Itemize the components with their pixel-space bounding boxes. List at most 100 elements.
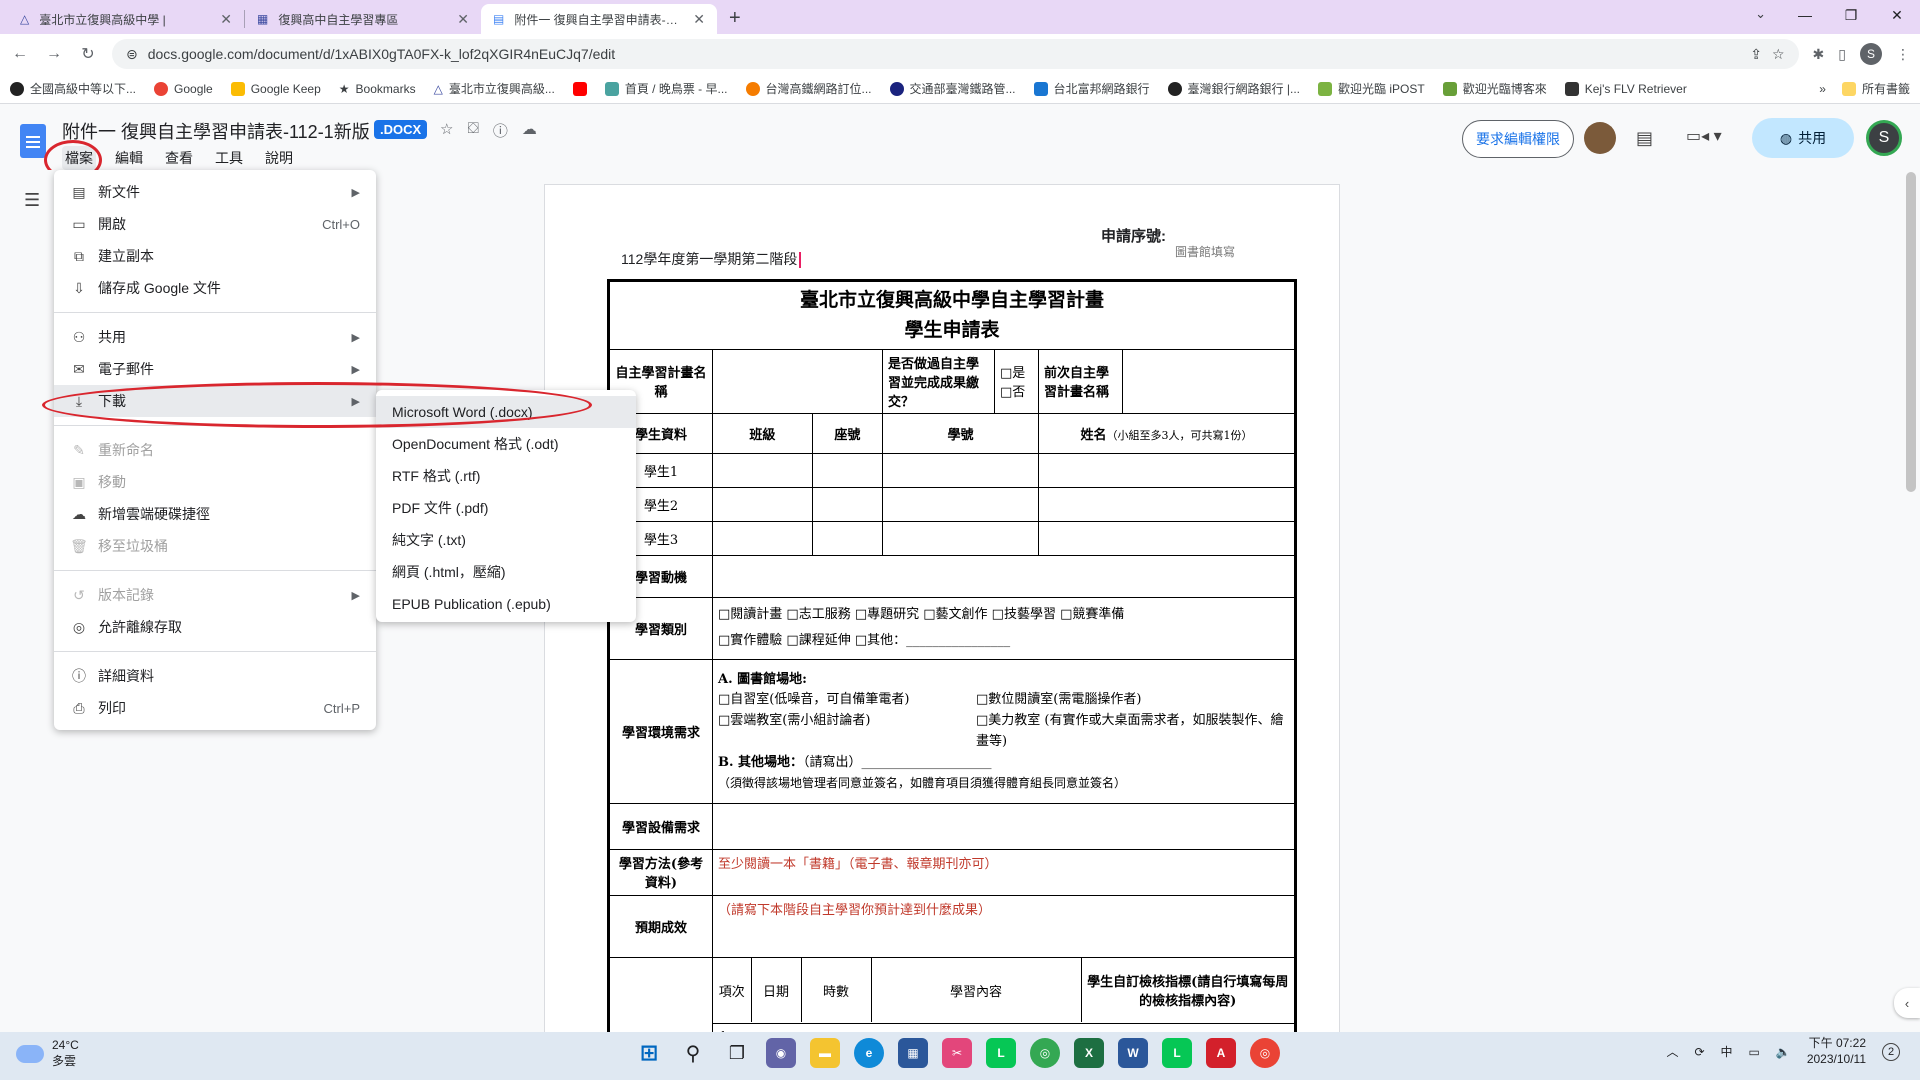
share-page-icon[interactable]: ⇪ bbox=[1750, 46, 1762, 63]
menu-item-offline[interactable]: ◎ 允許離線存取 bbox=[54, 611, 376, 643]
env-a1-option[interactable]: □自習室(低噪音，可自備筆電者) bbox=[718, 690, 968, 711]
bookmark-item[interactable]: Google Keep bbox=[230, 81, 321, 96]
tab-close-icon[interactable]: ✕ bbox=[457, 11, 469, 28]
download-txt[interactable]: 純文字 (.txt) bbox=[376, 524, 636, 556]
ime-indicator[interactable]: 中 bbox=[1721, 1043, 1733, 1060]
menu-item-trash[interactable]: 🗑 移至垃圾桶 bbox=[54, 530, 376, 562]
side-panel-icon[interactable]: ▯ bbox=[1838, 46, 1846, 63]
bookmark-item[interactable]: 臺灣銀行網路銀行 |... bbox=[1167, 80, 1300, 97]
download-epub[interactable]: EPUB Publication (.epub) bbox=[376, 588, 636, 620]
env-a4-option[interactable]: □美力教室 (有實作或大桌面需求者，如服裝製作、繪畫等) bbox=[976, 711, 1289, 753]
snipping-tool-icon[interactable]: ✂ bbox=[942, 1038, 972, 1068]
all-bookmarks-folder[interactable]: 所有書籤 bbox=[1841, 80, 1910, 97]
clock[interactable]: 下午 07:22 2023/10/11 bbox=[1807, 1036, 1866, 1067]
document-page[interactable]: 申請序號: 圖書館填寫 112學年度第一學期第二階段 臺北市立復興高級中學自主學… bbox=[544, 184, 1340, 1032]
restore-icon[interactable]: ❐ bbox=[1828, 7, 1874, 24]
seat-cell[interactable] bbox=[811, 486, 884, 522]
bookmark-item[interactable]: 歡迎光臨博客來 bbox=[1442, 80, 1547, 97]
network-icon[interactable]: ▭ bbox=[1749, 1045, 1760, 1059]
minimize-icon[interactable]: — bbox=[1782, 7, 1828, 23]
name-cell[interactable] bbox=[1038, 520, 1296, 556]
environment-options[interactable]: A. 圖書館場地: □自習室(低噪音，可自備筆電者) □數位閱讀室(需電腦操作者)… bbox=[712, 658, 1296, 804]
extensions-icon[interactable]: ✱ bbox=[1813, 46, 1825, 63]
bookmark-item[interactable]: 歡迎光臨 iPOST bbox=[1318, 80, 1425, 97]
close-window-icon[interactable]: ✕ bbox=[1874, 7, 1920, 24]
class-cell[interactable] bbox=[712, 486, 813, 522]
student-id-cell[interactable] bbox=[882, 520, 1039, 556]
reload-icon[interactable]: ↻ bbox=[78, 44, 98, 64]
site-info-icon[interactable]: ⊜ bbox=[126, 46, 138, 63]
previous-plan-field[interactable] bbox=[1122, 348, 1296, 414]
bookmark-item[interactable]: 首頁 / 晚鳥票 - 早... bbox=[604, 80, 728, 97]
bookmark-item[interactable]: 全國高級中等以下... bbox=[10, 80, 136, 97]
info-icon[interactable]: ⓘ bbox=[493, 120, 508, 141]
menu-item-make-copy[interactable]: ⧉ 建立副本 bbox=[54, 240, 376, 272]
teams-chat-icon[interactable]: ◉ bbox=[766, 1038, 796, 1068]
outcome-field[interactable]: （請寫下本階段自主學習你預計達到什麼成果） bbox=[712, 894, 1296, 958]
line-icon[interactable]: L bbox=[986, 1038, 1016, 1068]
chrome-alt-icon[interactable]: ◎ bbox=[1030, 1038, 1060, 1068]
tray-expand-icon[interactable]: ︿ bbox=[1666, 1043, 1678, 1060]
docs-logo-icon[interactable] bbox=[20, 124, 46, 158]
tab-close-icon[interactable]: ✕ bbox=[693, 11, 705, 28]
env-a3-option[interactable]: □雲端教室(需小組討論者) bbox=[718, 711, 968, 753]
menu-item-email[interactable]: ✉ 電子郵件 ▶ bbox=[54, 353, 376, 385]
menu-item-version-history[interactable]: ↺ 版本記錄 ▶ bbox=[54, 579, 376, 611]
acrobat-icon[interactable]: A bbox=[1206, 1038, 1236, 1068]
menu-item-print[interactable]: ⎙ 列印 Ctrl+P bbox=[54, 692, 376, 724]
search-icon[interactable]: ⚲ bbox=[678, 1038, 708, 1068]
menu-item-details[interactable]: ⓘ 詳細資料 bbox=[54, 660, 376, 692]
document-outline-icon[interactable]: ☰ bbox=[24, 190, 40, 211]
yes-checkbox[interactable]: □是 bbox=[1000, 362, 1033, 381]
chrome-icon[interactable]: ◎ bbox=[1250, 1038, 1280, 1068]
task-view-icon[interactable]: ❐ bbox=[722, 1038, 752, 1068]
menu-edit[interactable]: 編輯 bbox=[112, 146, 146, 170]
seat-cell[interactable] bbox=[811, 452, 884, 488]
download-pdf[interactable]: PDF 文件 (.pdf) bbox=[376, 492, 636, 524]
menu-item-move[interactable]: ▣ 移動 bbox=[54, 466, 376, 498]
menu-item-save-as-google-docs[interactable]: ⇩ 儲存成 Google 文件 bbox=[54, 272, 376, 304]
bookmark-item[interactable]: Kej's FLV Retriever bbox=[1564, 81, 1687, 96]
name-cell[interactable] bbox=[1038, 486, 1296, 522]
browser-tab-1[interactable]: △ 臺北市立復興高級中學 | ✕ bbox=[8, 4, 244, 34]
file-explorer-icon[interactable]: ▬ bbox=[810, 1038, 840, 1068]
weather-widget[interactable]: 24°C 多雲 bbox=[16, 1038, 79, 1069]
menu-tools[interactable]: 工具 bbox=[212, 146, 246, 170]
cloud-status-icon[interactable]: ☁ bbox=[522, 120, 537, 141]
sync-icon[interactable]: ⟳ bbox=[1694, 1045, 1704, 1059]
class-cell[interactable] bbox=[712, 520, 813, 556]
start-icon[interactable]: ⊞ bbox=[634, 1038, 664, 1068]
forward-icon[interactable]: → bbox=[44, 45, 64, 63]
back-icon[interactable]: ← bbox=[10, 45, 30, 63]
download-odt[interactable]: OpenDocument 格式 (.odt) bbox=[376, 428, 636, 460]
star-icon[interactable]: ☆ bbox=[440, 120, 453, 141]
side-panel-chevron-icon[interactable]: ‹ bbox=[1894, 988, 1920, 1018]
document-title[interactable]: 附件一 復興自主學習申請表-112-1新版 bbox=[62, 118, 370, 144]
browser-tab-3[interactable]: ▤ 附件一 復興自主學習申請表-112 ✕ bbox=[481, 4, 717, 34]
menu-item-share[interactable]: ⚇ 共用 ▶ bbox=[54, 321, 376, 353]
meet-camera-icon[interactable]: ▭◂ ▾ bbox=[1686, 126, 1722, 146]
name-cell[interactable] bbox=[1038, 452, 1296, 488]
new-tab-button[interactable]: + bbox=[729, 7, 741, 30]
word-icon[interactable]: W bbox=[1118, 1038, 1148, 1068]
more-menu-icon[interactable]: ⋮ bbox=[1896, 46, 1910, 63]
bookmark-item[interactable]: 台北富邦網路銀行 bbox=[1033, 80, 1150, 97]
equipment-field[interactable] bbox=[712, 802, 1296, 850]
bookmark-item[interactable]: 交通部臺灣鐵路管... bbox=[889, 80, 1016, 97]
seat-cell[interactable] bbox=[811, 520, 884, 556]
tab-close-icon[interactable]: ✕ bbox=[220, 11, 232, 28]
bookmark-item[interactable]: ★ Bookmarks bbox=[339, 82, 416, 96]
method-field[interactable]: 至少閱讀一本「書籍」（電子書、報章期刊亦可） bbox=[712, 848, 1296, 896]
env-a2-option[interactable]: □數位閱讀室(需電腦操作者) bbox=[976, 690, 1141, 711]
menu-item-open[interactable]: ▭ 開啟 Ctrl+O bbox=[54, 208, 376, 240]
category-options[interactable]: □閱讀計畫 □志工服務 □專題研究 □藝文創作 □技藝學習 □競賽準備 □實作體… bbox=[712, 596, 1296, 660]
menu-item-add-shortcut[interactable]: ☁ 新增雲端硬碟捷徑 bbox=[54, 498, 376, 530]
menu-help[interactable]: 說明 bbox=[262, 146, 296, 170]
bookmark-star-icon[interactable]: ☆ bbox=[1772, 46, 1785, 63]
store-icon[interactable]: ▦ bbox=[898, 1038, 928, 1068]
volume-icon[interactable]: 🔈 bbox=[1776, 1045, 1791, 1059]
menu-item-new[interactable]: ▤ 新文件 ▶ bbox=[54, 176, 376, 208]
excel-icon[interactable]: X bbox=[1074, 1038, 1104, 1068]
url-text[interactable]: docs.google.com/document/d/1xABIX0gTA0FX… bbox=[148, 46, 1741, 62]
comments-icon[interactable]: ▤ bbox=[1636, 128, 1653, 149]
